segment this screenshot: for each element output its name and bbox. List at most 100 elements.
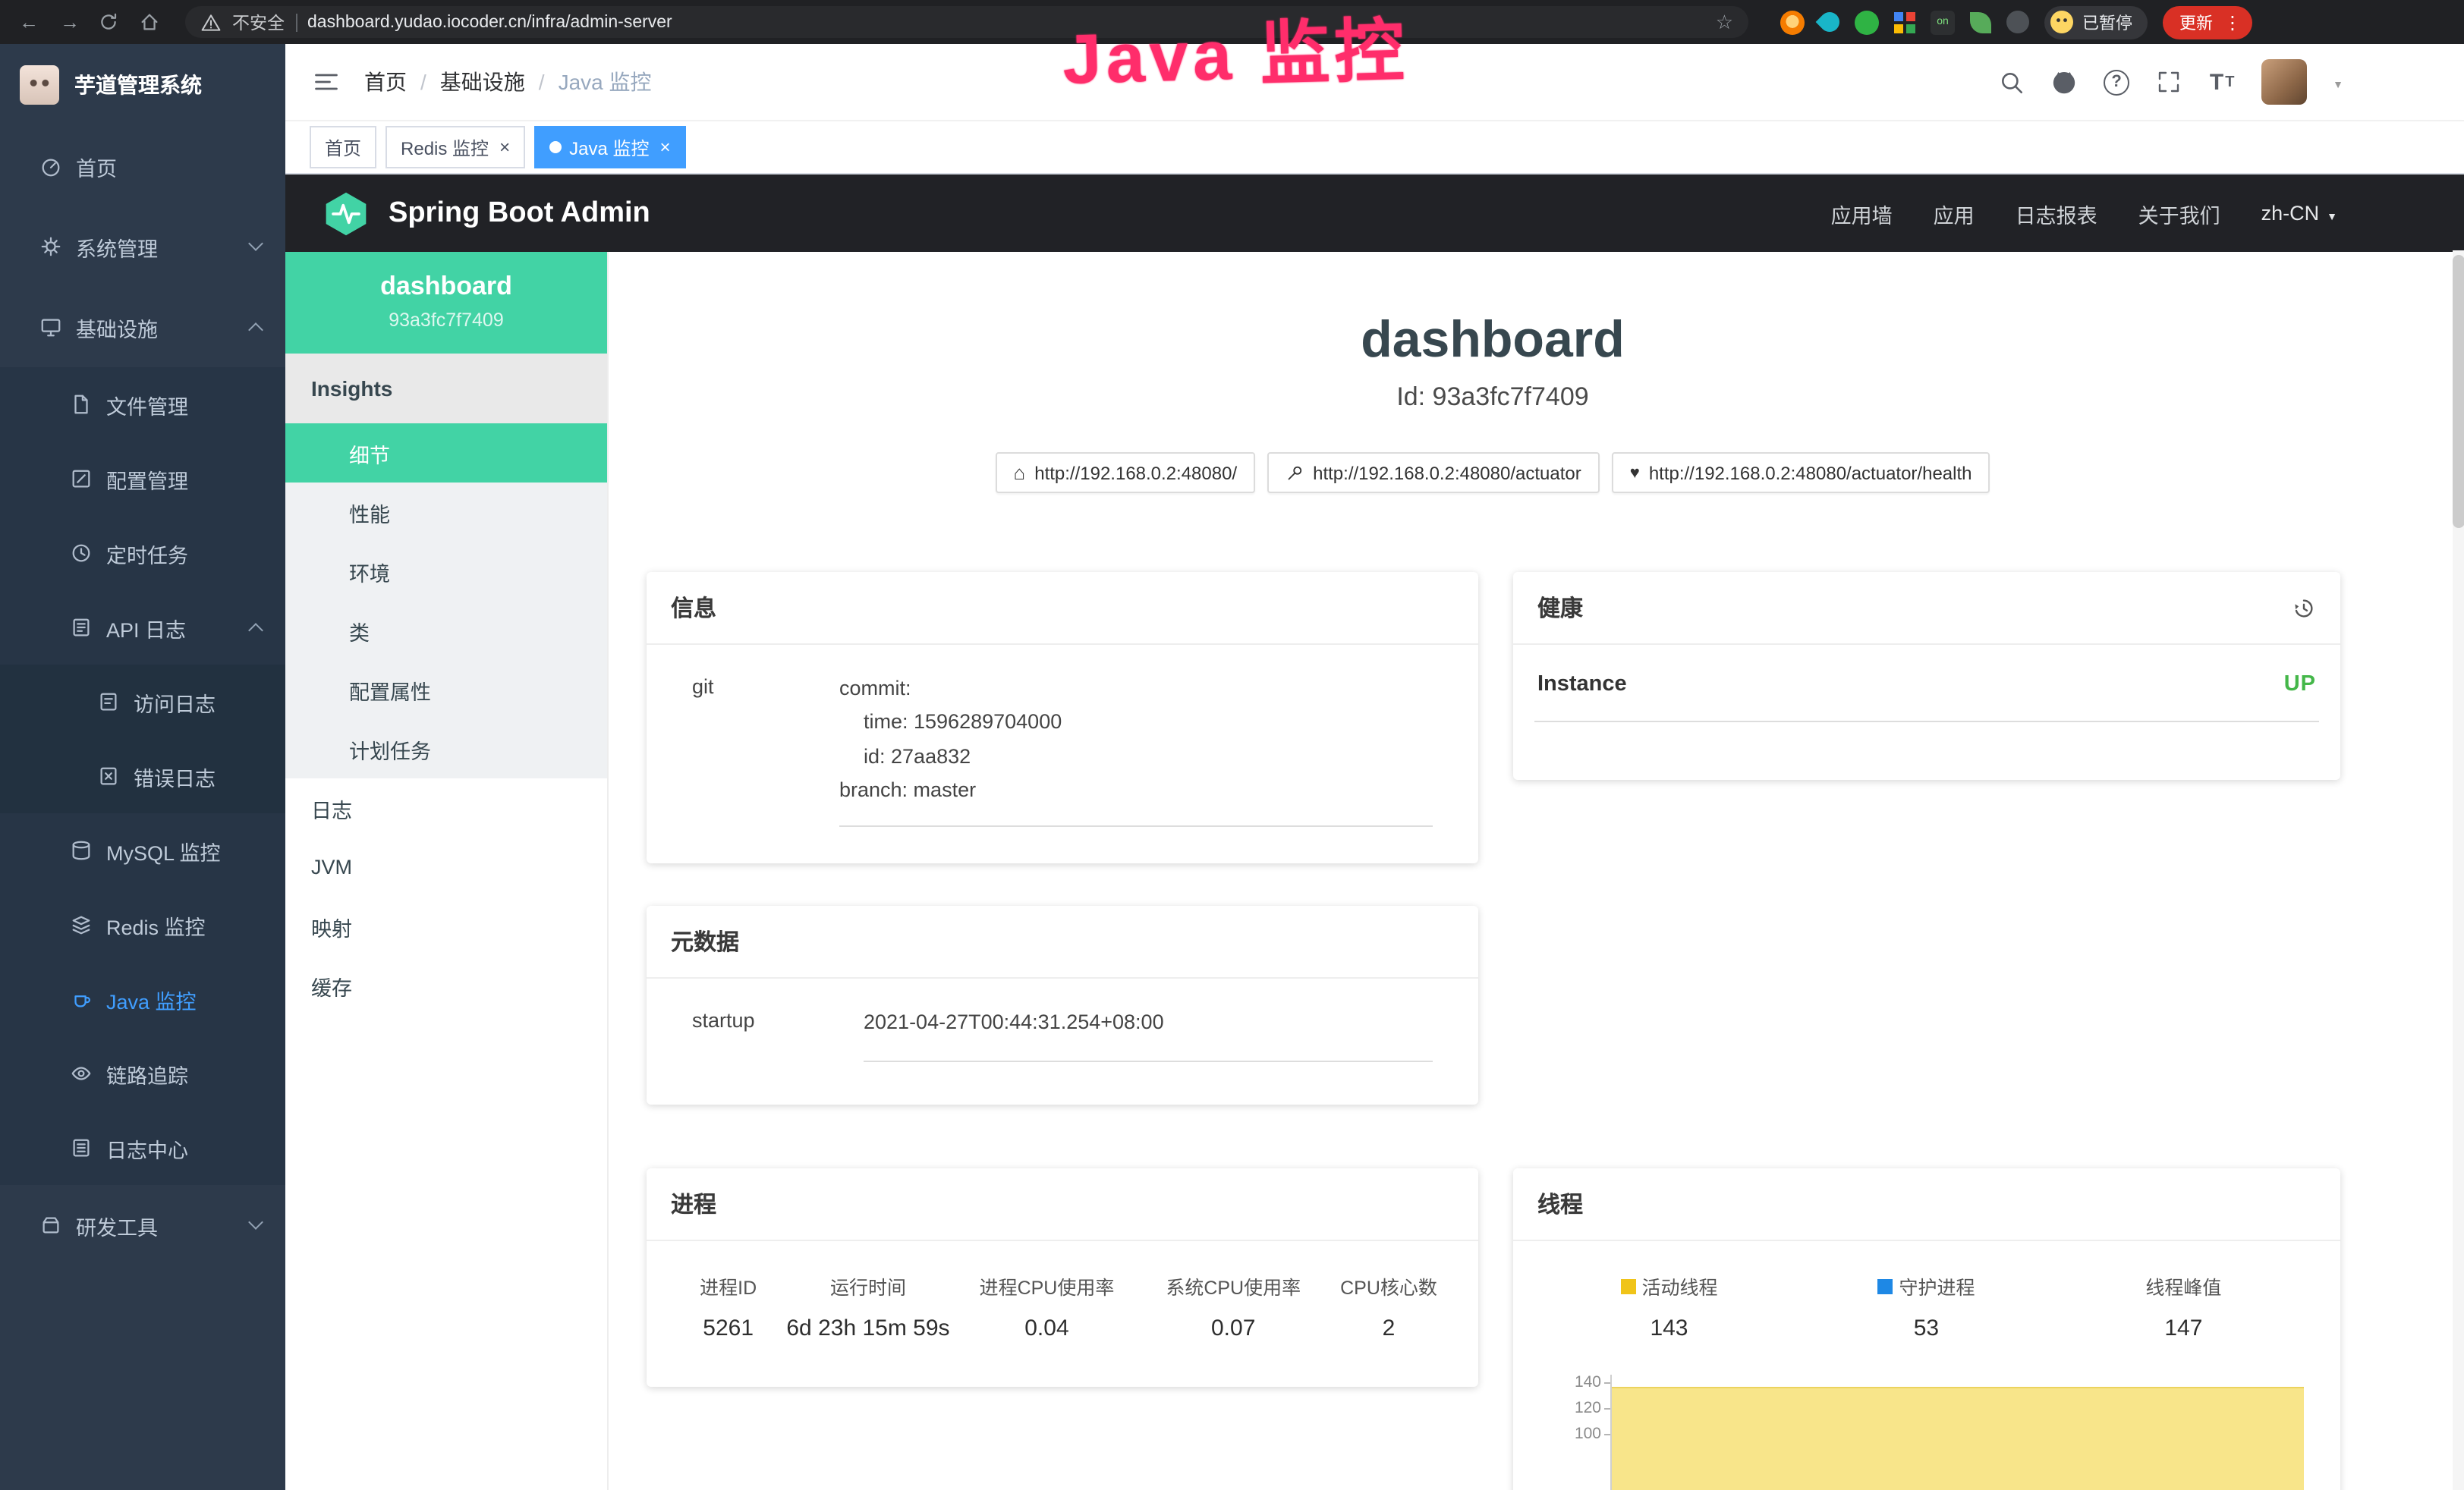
app-title: 芋道管理系统 bbox=[74, 70, 202, 100]
extension-on-badge[interactable]: on bbox=[1931, 10, 1955, 34]
help-icon[interactable] bbox=[2104, 69, 2129, 95]
sba-logo-icon bbox=[322, 189, 370, 237]
fullscreen-icon[interactable] bbox=[2155, 68, 2182, 96]
tab-java-monitor[interactable]: Java 监控 bbox=[534, 126, 685, 168]
sidebar-item-system-mgmt[interactable]: 系统管理 bbox=[0, 206, 285, 287]
metadata-key: startup bbox=[692, 1006, 864, 1063]
sba-item-caches[interactable]: 缓存 bbox=[285, 956, 607, 1015]
search-icon[interactable] bbox=[1997, 68, 2025, 96]
tab-home[interactable]: 首页 bbox=[310, 126, 376, 168]
legend-blue-square bbox=[1877, 1279, 1893, 1294]
sba-nav-journal[interactable]: 日志报表 bbox=[2016, 198, 2097, 228]
breadcrumb-infra[interactable]: 基础设施 bbox=[440, 67, 525, 97]
profile-paused-badge[interactable]: 已暂停 bbox=[2044, 5, 2148, 39]
extension-grid-icon[interactable] bbox=[1894, 11, 1915, 33]
tags-view: 首页 Redis 监控 Java 监控 bbox=[285, 121, 2464, 174]
process-col-cores: CPU核心数 2 bbox=[1326, 1272, 1451, 1342]
browser-home-icon[interactable] bbox=[138, 11, 165, 33]
sidebar-item-home[interactable]: 首页 bbox=[0, 126, 285, 206]
home-link-button[interactable]: http://192.168.0.2:48080/ bbox=[996, 452, 1256, 493]
home-icon bbox=[1014, 461, 1026, 484]
ytick-120: 120 bbox=[1537, 1400, 1601, 1418]
sba-item-details[interactable]: 细节 bbox=[285, 423, 607, 483]
menu-kebab-icon[interactable] bbox=[2223, 11, 2242, 33]
health-link-button[interactable]: http://192.168.0.2:48080/actuator/health bbox=[1612, 452, 1990, 493]
chart-area-fill bbox=[1612, 1388, 2304, 1490]
extension-drop-icon[interactable] bbox=[1816, 8, 1844, 36]
sba-item-jvm[interactable]: JVM bbox=[285, 838, 607, 897]
app-logo-row[interactable]: 芋道管理系统 bbox=[0, 44, 285, 126]
log-doc-icon bbox=[70, 616, 93, 639]
extension-leaf-icon[interactable] bbox=[1970, 11, 1991, 33]
sba-item-logs[interactable]: 日志 bbox=[285, 778, 607, 838]
main-area: 首页 / 基础设施 / Java 监控 bbox=[285, 44, 2464, 1490]
instance-id: 93a3fc7f7409 bbox=[307, 310, 586, 331]
sba-nav-applications[interactable]: 应用 bbox=[1934, 198, 1975, 228]
sidebar-item-java-monitor[interactable]: Java 监控 bbox=[0, 962, 285, 1036]
sba-item-config-props[interactable]: 配置属性 bbox=[285, 660, 607, 719]
user-avatar[interactable] bbox=[2261, 59, 2307, 105]
sidebar-item-access-logs[interactable]: 访问日志 bbox=[0, 665, 285, 739]
page-scrollbar[interactable] bbox=[2453, 250, 2464, 1490]
process-col-uptime: 运行时间 6d 23h 15m 59s bbox=[782, 1272, 953, 1342]
navbar-actions bbox=[1997, 59, 2343, 105]
health-instance-row[interactable]: Instance UP bbox=[1534, 669, 2319, 722]
sba-item-classes[interactable]: 类 bbox=[285, 601, 607, 660]
sidebar-item-tracing[interactable]: 链路追踪 bbox=[0, 1036, 285, 1111]
screen: 不安全 dashboard.yudao.iocoder.cn/infra/adm… bbox=[0, 0, 2464, 1490]
bookmark-star-icon[interactable] bbox=[1716, 10, 1733, 34]
extension-green-icon[interactable] bbox=[1855, 10, 1879, 34]
app-menu: 首页 系统管理 基础设施 文件管理 配置管理 bbox=[0, 126, 285, 1265]
sba-language-select[interactable]: zh-CN bbox=[2261, 202, 2337, 225]
sba-item-mappings[interactable]: 映射 bbox=[285, 897, 607, 956]
font-size-icon[interactable] bbox=[2208, 68, 2236, 96]
reload-icon[interactable] bbox=[97, 11, 124, 33]
sidebar-item-file-mgmt[interactable]: 文件管理 bbox=[0, 367, 285, 442]
back-icon[interactable] bbox=[15, 7, 42, 37]
avatar-caret-icon[interactable] bbox=[2333, 68, 2343, 96]
sidebar-item-config-mgmt[interactable]: 配置管理 bbox=[0, 442, 285, 516]
extension-lion-icon[interactable] bbox=[1780, 10, 1805, 34]
extension-paw-icon[interactable] bbox=[2006, 11, 2029, 33]
history-icon[interactable] bbox=[2292, 596, 2316, 620]
close-icon[interactable] bbox=[659, 137, 670, 158]
redis-stack-icon bbox=[70, 913, 93, 936]
actuator-link-button[interactable]: http://192.168.0.2:48080/actuator bbox=[1267, 452, 1600, 493]
sidebar-item-mysql-monitor[interactable]: MySQL 监控 bbox=[0, 813, 285, 888]
sidebar-item-error-logs[interactable]: 错误日志 bbox=[0, 739, 285, 813]
health-card: 健康 Instance UP bbox=[1513, 572, 2340, 780]
threads-card: 线程 活动线程 143 守护进程 53 bbox=[1513, 1169, 2340, 1490]
chevron-up-icon bbox=[248, 623, 263, 638]
url-text[interactable]: dashboard.yudao.iocoder.cn/infra/admin-s… bbox=[307, 13, 672, 31]
hamburger-icon[interactable] bbox=[313, 68, 340, 96]
tick-mark bbox=[1604, 1409, 1610, 1410]
eye-icon bbox=[70, 1062, 93, 1085]
access-log-icon bbox=[97, 690, 120, 713]
github-icon[interactable] bbox=[2050, 68, 2078, 96]
sidebar-item-log-center[interactable]: 日志中心 bbox=[0, 1111, 285, 1185]
sba-section-insights: Insights bbox=[285, 354, 607, 423]
update-button[interactable]: 更新 bbox=[2163, 5, 2252, 39]
sidebar-item-dev-tools[interactable]: 研发工具 bbox=[0, 1185, 285, 1265]
scrollbar-thumb[interactable] bbox=[2453, 255, 2464, 528]
process-col-pid: 进程ID 5261 bbox=[674, 1272, 782, 1342]
sidebar-item-redis-monitor[interactable]: Redis 监控 bbox=[0, 888, 285, 962]
sba-nav-about[interactable]: 关于我们 bbox=[2138, 198, 2220, 228]
info-value: commit: time: 1596289704000 id: 27aa832 … bbox=[839, 672, 1433, 827]
process-card-body: 进程ID 5261 运行时间 6d 23h 15m 59s 进程CPU使用率 bbox=[647, 1242, 1478, 1388]
tab-redis-monitor[interactable]: Redis 监控 bbox=[385, 126, 525, 168]
address-bar[interactable]: 不安全 dashboard.yudao.iocoder.cn/infra/adm… bbox=[185, 6, 1748, 38]
sba-instance-block[interactable]: dashboard 93a3fc7f7409 bbox=[285, 252, 607, 354]
sba-nav-wallboard[interactable]: 应用墙 bbox=[1831, 198, 1893, 228]
forward-icon[interactable] bbox=[56, 7, 83, 37]
legend-yellow-square bbox=[1620, 1279, 1635, 1294]
sba-brand[interactable]: Spring Boot Admin bbox=[322, 189, 650, 237]
sidebar-item-api-logs[interactable]: API 日志 bbox=[0, 590, 285, 665]
sba-item-scheduled-tasks[interactable]: 计划任务 bbox=[285, 719, 607, 778]
close-icon[interactable] bbox=[499, 137, 510, 158]
sidebar-item-scheduled-jobs[interactable]: 定时任务 bbox=[0, 516, 285, 590]
sba-item-environment[interactable]: 环境 bbox=[285, 542, 607, 601]
breadcrumb-home[interactable]: 首页 bbox=[364, 67, 407, 97]
sidebar-item-infrastructure[interactable]: 基础设施 bbox=[0, 287, 285, 367]
sba-item-metrics[interactable]: 性能 bbox=[285, 483, 607, 542]
